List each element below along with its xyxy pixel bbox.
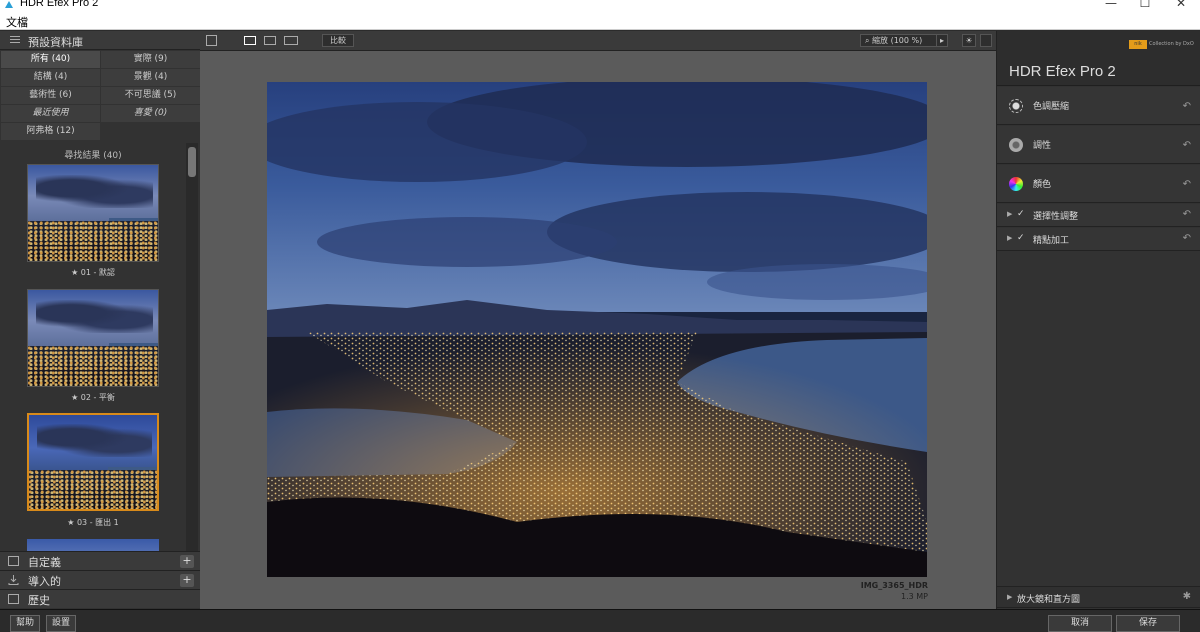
section-label: 自定義 bbox=[28, 556, 61, 569]
category-artistic[interactable]: 藝術性 (6) bbox=[1, 87, 100, 104]
window-titlebar: HDR Efex Pro 2 — ☐ ✕ bbox=[0, 0, 1200, 12]
undo-icon[interactable]: ↶ bbox=[1183, 101, 1191, 112]
bottom-bar: 幫助 設置 取消 保存 bbox=[0, 609, 1200, 632]
section-tone-compression[interactable]: 色調壓縮 ↶ bbox=[997, 87, 1200, 125]
app-logo-icon bbox=[5, 1, 13, 8]
expand-icon[interactable]: ▶ bbox=[1007, 593, 1012, 601]
zoom-dropdown-icon[interactable]: ▸ bbox=[936, 34, 948, 47]
minimize-button[interactable]: — bbox=[1096, 0, 1126, 10]
add-import-button[interactable]: + bbox=[180, 574, 194, 587]
zoom-select[interactable]: ⌕ 縮放 (100 %) bbox=[860, 34, 948, 47]
category-empty bbox=[101, 123, 200, 140]
section-finishing[interactable]: ▶ ✓ 精點加工 ↶ bbox=[997, 228, 1200, 251]
results-label: 尋找結果 (40) bbox=[64, 151, 122, 161]
main-image[interactable] bbox=[267, 82, 927, 577]
search-icon: ⌕ bbox=[865, 36, 873, 45]
category-favorites[interactable]: 喜愛 (0) bbox=[101, 105, 200, 122]
add-custom-button[interactable]: + bbox=[180, 555, 194, 568]
night-city-photo bbox=[267, 82, 927, 577]
brand-header: nik Collection by DxO HDR Efex Pro 2 bbox=[997, 31, 1200, 86]
nik-logo: nik bbox=[1129, 40, 1147, 49]
cancel-button[interactable]: 取消 bbox=[1048, 615, 1112, 632]
checkbox-icon[interactable]: ✓ bbox=[1017, 209, 1027, 219]
preset-library-panel: 預設資料庫 所有 (40) 實際 (9) 結構 (4) 景觀 (4) 藝術性 (… bbox=[0, 31, 200, 609]
section-label: 色調壓縮 bbox=[1033, 102, 1070, 112]
undo-icon[interactable]: ↶ bbox=[1183, 233, 1191, 244]
zoom-label: 縮放 (100 %) bbox=[872, 36, 923, 45]
collection-label: Collection by DxO bbox=[1149, 41, 1194, 47]
expand-icon[interactable]: ▶ bbox=[1007, 234, 1012, 242]
color-wheel-icon bbox=[1009, 177, 1023, 191]
undo-icon[interactable]: ↶ bbox=[1183, 209, 1191, 220]
thumbnail-scrollbar[interactable] bbox=[186, 143, 198, 551]
section-label: 歷史 bbox=[28, 594, 50, 607]
image-filename: IMG_3365_HDR bbox=[860, 581, 928, 590]
preset-thumbnail[interactable] bbox=[27, 289, 159, 387]
preset-caption: ★ 01 - 默認 bbox=[71, 268, 115, 277]
import-icon bbox=[8, 575, 19, 585]
history-icon bbox=[8, 594, 19, 604]
section-loupe-histogram[interactable]: ▶ 放大鏡和直方圖 ✱ bbox=[997, 586, 1200, 608]
preset-thumbnail-selected[interactable] bbox=[27, 413, 159, 511]
side-by-side-view-icon[interactable] bbox=[284, 36, 298, 45]
section-label: 放大鏡和直方圖 bbox=[1017, 595, 1081, 605]
section-label: 選擇性調整 bbox=[1033, 212, 1079, 222]
compare-button[interactable]: 比較 bbox=[322, 34, 354, 47]
close-button[interactable]: ✕ bbox=[1166, 0, 1196, 10]
image-size: 1.3 MP bbox=[901, 592, 928, 601]
preset-caption: ★ 02 - 平衡 bbox=[71, 393, 115, 402]
category-all[interactable]: 所有 (40) bbox=[1, 51, 100, 68]
pin-icon[interactable]: ✱ bbox=[1183, 591, 1191, 602]
help-button[interactable]: 幫助 bbox=[10, 615, 40, 632]
preset-thumbnail[interactable] bbox=[27, 164, 159, 262]
category-grid: 所有 (40) 實際 (9) 結構 (4) 景觀 (4) 藝術性 (6) 不可思… bbox=[0, 50, 200, 141]
hide-panel-icon[interactable] bbox=[980, 34, 992, 47]
folder-icon bbox=[8, 556, 19, 566]
split-view-icon[interactable] bbox=[264, 36, 276, 45]
preset-thumbnail-list: ★ 01 - 默認 ★ 02 - 平衡 ★ 03 - 匯出 1 bbox=[0, 163, 186, 551]
section-custom[interactable]: 自定義 + bbox=[0, 551, 200, 570]
library-title: 預設資料庫 bbox=[28, 36, 83, 49]
expand-icon[interactable]: ▶ bbox=[1007, 210, 1012, 218]
section-label: 導入的 bbox=[28, 575, 61, 588]
menu-bar: 文檔 bbox=[0, 12, 1200, 30]
settings-button[interactable]: 設置 bbox=[46, 615, 76, 632]
adjustments-panel: nik Collection by DxO HDR Efex Pro 2 色調壓… bbox=[996, 31, 1200, 609]
category-custom[interactable]: 阿弗格 (12) bbox=[1, 123, 100, 140]
maximize-button[interactable]: ☐ bbox=[1130, 0, 1160, 10]
product-title: HDR Efex Pro 2 bbox=[1009, 63, 1116, 80]
checkbox-icon[interactable]: ✓ bbox=[1017, 233, 1027, 243]
single-view-icon[interactable] bbox=[244, 36, 256, 45]
section-history[interactable]: 歷史 bbox=[0, 589, 200, 608]
preset-caption: ★ 03 - 匯出 1 bbox=[67, 518, 119, 527]
section-imported[interactable]: 導入的 + bbox=[0, 570, 200, 589]
undo-icon[interactable]: ↶ bbox=[1183, 140, 1191, 151]
preview-toolbar: 比較 ⌕ 縮放 (100 %) ▸ ☀ bbox=[200, 31, 996, 51]
section-color[interactable]: 顏色 ↶ bbox=[997, 165, 1200, 203]
preset-thumbnail[interactable] bbox=[27, 539, 159, 551]
section-label: 精點加工 bbox=[1033, 236, 1070, 246]
category-landscape[interactable]: 景觀 (4) bbox=[101, 69, 200, 86]
undo-icon[interactable]: ↶ bbox=[1183, 179, 1191, 190]
section-label: 顏色 bbox=[1033, 180, 1052, 190]
category-surreal[interactable]: 不可思議 (5) bbox=[101, 87, 200, 104]
background-light-icon[interactable]: ☀ bbox=[962, 34, 976, 47]
aperture-icon bbox=[1009, 138, 1023, 152]
category-structure[interactable]: 結構 (4) bbox=[1, 69, 100, 86]
library-header[interactable]: 預設資料庫 bbox=[0, 31, 200, 50]
menu-file[interactable]: 文檔 bbox=[6, 14, 28, 30]
hide-library-icon[interactable] bbox=[206, 35, 217, 46]
category-realistic[interactable]: 實際 (9) bbox=[101, 51, 200, 68]
preview-area: 比較 ⌕ 縮放 (100 %) ▸ ☀ IMG_3365_HDR 1.3 MP bbox=[200, 31, 996, 609]
section-label: 調性 bbox=[1033, 141, 1052, 151]
save-button[interactable]: 保存 bbox=[1116, 615, 1180, 632]
category-recent[interactable]: 最近使用 bbox=[1, 105, 100, 122]
window-title: HDR Efex Pro 2 bbox=[20, 0, 99, 9]
sun-icon bbox=[1009, 99, 1023, 113]
section-tonality[interactable]: 調性 ↶ bbox=[997, 126, 1200, 164]
menu-icon bbox=[10, 36, 20, 45]
section-selective-adjustments[interactable]: ▶ ✓ 選擇性調整 ↶ bbox=[997, 204, 1200, 227]
